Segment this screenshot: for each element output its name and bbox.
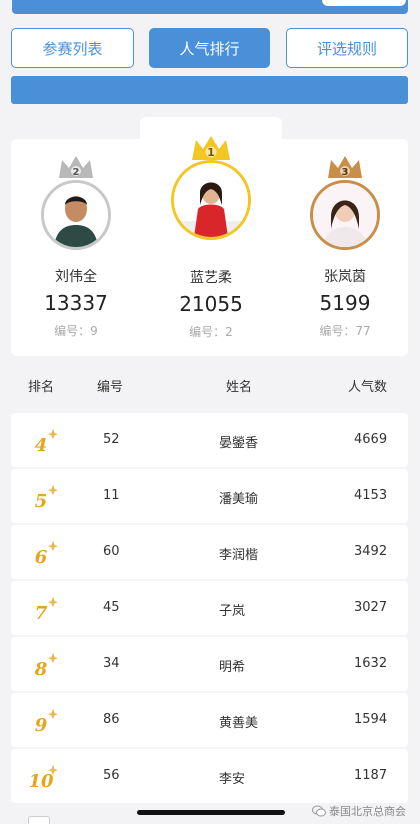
row-votes: 1632 bbox=[354, 656, 388, 671]
row-votes: 3027 bbox=[354, 600, 388, 615]
tab-selection-rules[interactable]: 评选规则 bbox=[286, 28, 408, 68]
table-row[interactable]: 5 11 潘美瑜 4153 bbox=[11, 469, 408, 523]
avatar-photo-third bbox=[313, 183, 377, 247]
podium-third[interactable]: 3 张岚茵 5199 编号：77 bbox=[285, 150, 405, 350]
watermark: 泰国北京总商会 bbox=[312, 803, 406, 819]
row-number: 60 bbox=[103, 544, 120, 559]
row-votes: 4669 bbox=[354, 432, 388, 447]
blue-banner bbox=[11, 76, 408, 104]
tab-popularity-ranking[interactable]: 人气排行 bbox=[149, 28, 270, 68]
rank-badge-icon: 4 bbox=[35, 429, 58, 455]
podium-second[interactable]: 2 刘伟全 13337 编号：9 bbox=[16, 150, 136, 350]
row-name: 李润楷 bbox=[219, 548, 259, 563]
row-votes: 4153 bbox=[354, 488, 388, 503]
podium-id: 编号：9 bbox=[54, 324, 98, 338]
podium-votes: 13337 bbox=[44, 291, 108, 315]
row-name: 李安 bbox=[219, 772, 246, 787]
corner-box bbox=[28, 816, 50, 824]
podium-votes: 5199 bbox=[319, 291, 371, 315]
table-row[interactable]: 8 34 明希 1632 bbox=[11, 637, 408, 691]
podium-votes: 21055 bbox=[179, 292, 243, 316]
row-name: 晏鎣香 bbox=[219, 436, 259, 451]
rank-number-3: 3 bbox=[342, 167, 349, 178]
rank-badge-number: 7 bbox=[35, 603, 48, 623]
gold-crown-icon: 1 bbox=[192, 136, 230, 160]
rank-number-2: 2 bbox=[73, 167, 80, 178]
rank-badge-number: 4 bbox=[35, 435, 48, 455]
row-number: 34 bbox=[103, 656, 120, 671]
silver-crown-icon: 2 bbox=[59, 156, 93, 178]
avatar-photo-second bbox=[44, 183, 108, 247]
rank-badge-icon: 8 bbox=[34, 653, 58, 679]
rank-badge-icon: 7 bbox=[35, 597, 58, 623]
podium-id: 编号：2 bbox=[189, 325, 233, 339]
row-number: 86 bbox=[103, 712, 120, 727]
avatar-photo-first bbox=[174, 163, 248, 237]
table-row[interactable]: 4 52 晏鎣香 4669 bbox=[11, 413, 408, 467]
rank-badge-icon: 6 bbox=[35, 541, 58, 567]
table-row[interactable]: 10 56 李安 1187 bbox=[11, 749, 408, 803]
ranking-table-header: 排名 编号 姓名 人气数 bbox=[0, 370, 420, 400]
home-indicator[interactable] bbox=[137, 810, 285, 815]
row-number: 11 bbox=[103, 488, 120, 503]
row-votes: 3492 bbox=[354, 544, 388, 559]
header-name: 姓名 bbox=[226, 380, 253, 395]
row-name: 潘美瑜 bbox=[219, 492, 259, 507]
header-rank: 排名 bbox=[28, 380, 55, 395]
row-number: 56 bbox=[103, 768, 120, 783]
bronze-crown-icon: 3 bbox=[328, 156, 362, 178]
podium-name: 刘伟全 bbox=[55, 269, 97, 285]
rank-badge-number: 9 bbox=[35, 715, 48, 735]
table-row[interactable]: 6 60 李润楷 3492 bbox=[11, 525, 408, 579]
podium-name: 蓝艺柔 bbox=[190, 270, 232, 286]
rank-number-1: 1 bbox=[207, 146, 215, 159]
avatar[interactable] bbox=[41, 180, 111, 250]
row-votes: 1594 bbox=[354, 712, 388, 727]
podium-name: 张岚茵 bbox=[324, 269, 366, 285]
header-votes: 人气数 bbox=[348, 380, 388, 395]
watermark-text: 泰国北京总商会 bbox=[329, 805, 406, 818]
table-row[interactable]: 9 86 黄善美 1594 bbox=[11, 693, 408, 747]
table-row[interactable]: 7 45 子岚 3027 bbox=[11, 581, 408, 635]
row-votes: 1187 bbox=[354, 768, 388, 783]
row-name: 子岚 bbox=[219, 604, 246, 619]
header-number: 编号 bbox=[97, 380, 124, 395]
podium-first[interactable]: 1 蓝艺柔 21055 编号：2 bbox=[151, 130, 271, 350]
avatar[interactable] bbox=[171, 160, 251, 240]
rank-badge-icon: 10 bbox=[29, 765, 58, 791]
row-name: 明希 bbox=[219, 660, 246, 675]
rank-badge-number: 6 bbox=[35, 547, 48, 567]
tab-contestant-list[interactable]: 参赛列表 bbox=[11, 28, 134, 68]
wechat-icon bbox=[312, 805, 326, 817]
avatar[interactable] bbox=[310, 180, 380, 250]
row-name: 黄善美 bbox=[219, 716, 259, 731]
top-search-pill bbox=[322, 0, 406, 6]
row-number: 45 bbox=[103, 600, 120, 615]
rank-badge-number: 10 bbox=[29, 771, 54, 791]
rank-badge-number: 8 bbox=[34, 659, 48, 679]
rank-badge-icon: 5 bbox=[35, 485, 58, 511]
rank-badge-number: 5 bbox=[35, 491, 48, 511]
rank-badge-icon: 9 bbox=[35, 709, 58, 735]
podium-id: 编号：77 bbox=[319, 324, 371, 338]
row-number: 52 bbox=[103, 432, 120, 447]
